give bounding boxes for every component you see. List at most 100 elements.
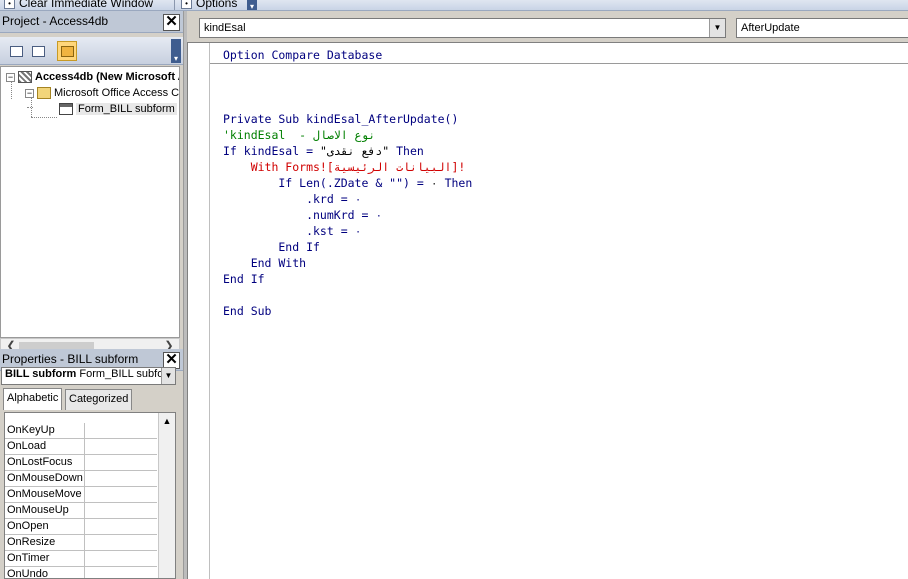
tree-node-label: Access4db (New Microsoft Access Database… <box>35 71 179 83</box>
property-name: OnLoad <box>7 440 47 452</box>
tree-node-label: Form_BILL subform <box>76 103 177 115</box>
property-row[interactable]: OnOpen <box>5 519 157 535</box>
code-line-error: With Forms![البيانات الرئيسية]! <box>223 160 466 174</box>
property-divider <box>84 551 85 567</box>
code-line: End Sub <box>223 304 272 318</box>
object-selector[interactable]: BILL subform Form_BILL subform ▼ <box>1 367 176 385</box>
property-divider <box>84 535 85 551</box>
property-row[interactable]: OnKeyUp <box>5 423 157 439</box>
code-line: End If <box>223 272 265 286</box>
procedure-combo[interactable]: AfterUpdate <box>736 18 908 38</box>
close-icon[interactable]: ✕ <box>163 14 180 31</box>
properties-title: Properties - BILL subform <box>2 352 139 366</box>
object-name: BILL subform <box>5 368 77 380</box>
tree-line <box>31 117 57 118</box>
properties-vertical-scrollbar[interactable]: ▲ <box>158 413 175 578</box>
code-line: If kindEsal = "دفع نقدى" Then <box>223 143 424 159</box>
object-combo-value: kindEsal <box>204 22 246 34</box>
code-number: ٠ <box>430 176 438 190</box>
project-explorer-titlebar: Project - Access4db ✕ <box>0 11 183 33</box>
folder-icon <box>37 87 51 99</box>
toolbar-overflow-icon[interactable]: ▾ <box>171 39 181 63</box>
collapse-icon[interactable]: − <box>25 88 34 98</box>
clear-icon: • <box>4 0 15 9</box>
property-name: OnKeyUp <box>7 424 55 436</box>
project-tree: − Access4db (New Microsoft Access Databa… <box>0 66 180 338</box>
left-pane: Project - Access4db ✕ ▾ − Access4db (New… <box>0 11 183 579</box>
option-compare-line: Option Compare Database <box>223 48 383 62</box>
toolbar-overflow-icon[interactable]: ▾ <box>247 0 257 10</box>
code-string: "دفع نقدى" <box>319 144 390 158</box>
folder-icon <box>60 45 74 57</box>
properties-tabs: Alphabetic Categorized <box>0 388 183 410</box>
code-window: kindEsal ▼ AfterUpdate Option Compare Da… <box>187 11 908 579</box>
property-row[interactable]: OnTimer <box>5 551 157 567</box>
property-divider <box>84 503 85 519</box>
indicator-margin[interactable] <box>188 43 210 579</box>
standard-toolbar: • Clear Immediate Window • Options ▾ <box>0 0 908 11</box>
clear-immediate-button[interactable]: • Clear Immediate Window <box>4 0 153 10</box>
options-label: Options <box>196 0 238 10</box>
chevron-down-icon[interactable]: ▼ <box>161 368 175 384</box>
property-row[interactable]: OnMouseMove <box>5 487 157 503</box>
property-name: OnMouseDown <box>7 472 83 484</box>
property-row[interactable]: OnResize <box>5 535 157 551</box>
code-line: End If <box>223 240 320 254</box>
tab-categorized[interactable]: Categorized <box>65 389 133 410</box>
code-line-comment: 'kindEsal - نوع الاصال <box>223 128 376 142</box>
scroll-up-icon[interactable]: ▲ <box>159 413 175 429</box>
tree-node-folder[interactable]: − Microsoft Office Access Class Objects <box>25 85 180 101</box>
view-object-icon <box>31 45 45 57</box>
property-name: OnMouseUp <box>7 504 69 516</box>
property-row[interactable]: OnLoad <box>5 439 157 455</box>
view-code-button[interactable] <box>6 41 26 61</box>
form-icon <box>59 103 73 115</box>
property-divider <box>84 423 85 439</box>
code-token: Then <box>389 144 424 158</box>
property-name: OnMouseMove <box>7 488 82 500</box>
collapse-icon[interactable]: − <box>6 72 15 82</box>
code-token: Then <box>437 176 473 190</box>
code-line: .krd = ٠ <box>223 192 362 206</box>
property-name: OnLostFocus <box>7 456 73 468</box>
property-row[interactable]: OnLostFocus <box>5 455 157 471</box>
toolbar-separator <box>174 0 175 10</box>
chevron-down-icon[interactable]: ▼ <box>709 19 725 37</box>
tree-line <box>27 107 33 108</box>
tree-node-label: Microsoft Office Access Class Objects <box>54 87 180 99</box>
vba-editor-window: • Clear Immediate Window • Options ▾ Pro… <box>0 0 908 579</box>
property-divider <box>84 471 85 487</box>
code-token: If kindEsal = <box>223 144 320 158</box>
property-divider <box>84 519 85 535</box>
options-icon: • <box>181 0 192 9</box>
code-line: .numKrd = ٠ <box>223 208 383 222</box>
property-divider <box>84 455 85 471</box>
code-line: If Len(.ZDate & "") = ٠ Then <box>223 175 472 191</box>
code-line: End With <box>223 256 307 270</box>
code-token: If Len(.ZDate & "") = <box>223 176 431 190</box>
view-object-button[interactable] <box>28 41 48 61</box>
property-name: OnTimer <box>7 552 50 564</box>
tab-alphabetic[interactable]: Alphabetic <box>3 388 63 410</box>
clear-immediate-label: Clear Immediate Window <box>19 0 154 10</box>
property-row[interactable]: OnUndo <box>5 567 157 578</box>
tree-node-project[interactable]: − Access4db (New Microsoft Access Databa… <box>6 69 179 85</box>
options-button[interactable]: • Options <box>181 0 237 10</box>
property-divider <box>84 567 85 578</box>
property-row[interactable]: OnMouseDown <box>5 471 157 487</box>
object-combo[interactable]: kindEsal ▼ <box>199 18 726 38</box>
project-explorer-toolbar: ▾ <box>0 37 183 65</box>
property-divider <box>84 439 85 455</box>
property-name: OnOpen <box>7 520 49 532</box>
procedure-combo-value: AfterUpdate <box>741 22 800 34</box>
vba-project-icon <box>18 71 32 83</box>
declarations-separator <box>210 63 908 64</box>
code-line: .kst = ٠ <box>223 224 362 238</box>
property-divider <box>84 487 85 503</box>
project-explorer-title: Project - Access4db <box>2 14 109 28</box>
toggle-folders-button[interactable] <box>57 41 77 61</box>
property-row[interactable]: OnMouseUp <box>5 503 157 519</box>
view-code-icon <box>9 45 23 57</box>
tree-node-form[interactable]: Form_BILL subform <box>59 101 177 117</box>
code-editor[interactable]: Option Compare Database Private Sub kind… <box>187 42 908 579</box>
